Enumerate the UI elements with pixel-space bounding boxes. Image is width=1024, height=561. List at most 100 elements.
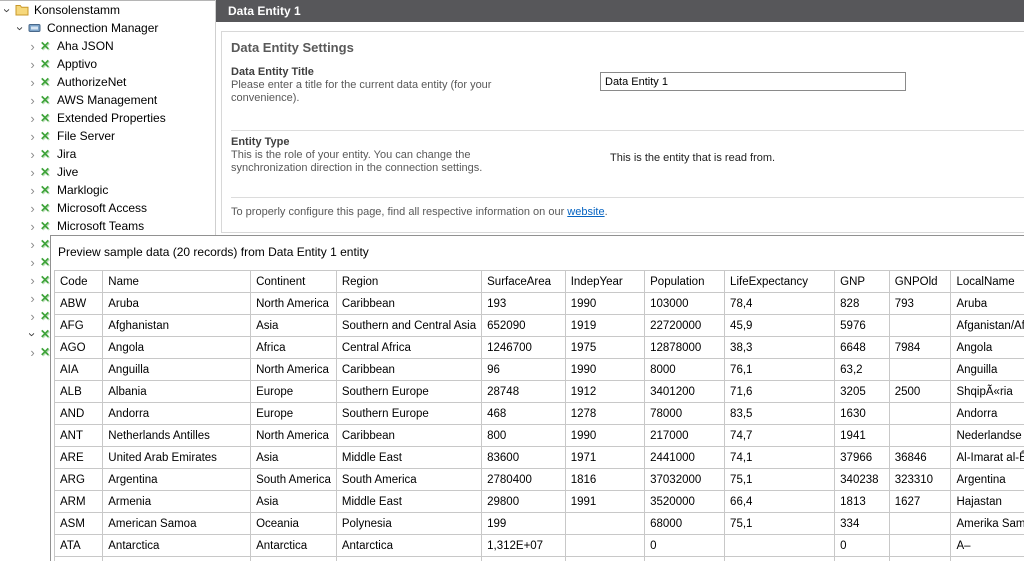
column-header-continent[interactable]: Continent xyxy=(251,271,337,293)
column-header-surfacearea[interactable]: SurfaceArea xyxy=(482,271,566,293)
column-header-name[interactable]: Name xyxy=(103,271,251,293)
table-cell: Oceania xyxy=(251,513,337,535)
table-cell: ALB xyxy=(55,381,103,403)
table-cell: 1991 xyxy=(565,491,644,513)
footer-note: To properly configure this page, find al… xyxy=(231,206,608,218)
table-cell: 1278 xyxy=(565,403,644,425)
website-link[interactable]: website xyxy=(567,206,604,218)
tree-item-jive[interactable]: ›✕Jive xyxy=(0,163,215,181)
table-row[interactable]: ABWArubaNorth AmericaCaribbean1931990103… xyxy=(55,293,1024,315)
tree-item-connection-manager[interactable]: › Connection Manager xyxy=(0,19,215,37)
chevron-down-icon[interactable]: › xyxy=(2,5,13,16)
tree-item-aws-management[interactable]: ›✕AWS Management xyxy=(0,91,215,109)
table-row[interactable]: ASMAmerican SamoaOceaniaPolynesia1996800… xyxy=(55,513,1024,535)
table-row[interactable]: ANDAndorraEuropeSouthern Europe468127878… xyxy=(55,403,1024,425)
preview-panel: Preview sample data (20 records) from Da… xyxy=(50,235,1024,561)
table-row[interactable]: ALBAlbaniaEuropeSouthern Europe287481912… xyxy=(55,381,1024,403)
column-header-population[interactable]: Population xyxy=(645,271,725,293)
table-cell: Europe xyxy=(251,403,337,425)
broken-connection-icon: ✕ xyxy=(40,76,52,88)
tree-item-konsolenstamm[interactable]: › Konsolenstamm xyxy=(0,1,215,19)
table-cell: 74,1 xyxy=(725,447,835,469)
chevron-right-icon[interactable]: › xyxy=(27,77,38,88)
app-window: › Konsolenstamm › Connection Manager ›✕A… xyxy=(0,0,1024,561)
chevron-right-icon[interactable]: › xyxy=(27,131,38,142)
tree-item-aha-json[interactable]: ›✕Aha JSON xyxy=(0,37,215,55)
table-row[interactable]: AIAAnguillaNorth AmericaCaribbean9619908… xyxy=(55,359,1024,381)
table-row[interactable]: AGOAngolaAfricaCentral Africa12467001975… xyxy=(55,337,1024,359)
table-cell: Armenia xyxy=(103,491,251,513)
chevron-right-icon[interactable]: › xyxy=(27,185,38,196)
tree-item-label: Marklogic xyxy=(57,183,108,197)
tree-item-authorizenet[interactable]: ›✕AuthorizeNet xyxy=(0,73,215,91)
chevron-right-icon[interactable]: › xyxy=(27,293,38,304)
chevron-right-icon[interactable]: › xyxy=(27,239,38,250)
entity-title-input[interactable] xyxy=(600,72,906,91)
chevron-right-icon[interactable]: › xyxy=(27,113,38,124)
table-cell: Aruba xyxy=(103,293,251,315)
broken-connection-icon: ✕ xyxy=(40,58,52,70)
table-cell: Polynesia xyxy=(336,513,481,535)
entity-type-label: Entity Type xyxy=(231,136,289,148)
table-row[interactable]: ATFFrench Southern territoriesAntarctica… xyxy=(55,557,1024,561)
table-cell: Southern Europe xyxy=(336,381,481,403)
preview-table: CodeNameContinentRegionSurfaceAreaIndepY… xyxy=(54,270,1024,561)
column-header-localname[interactable]: LocalName xyxy=(951,271,1024,293)
table-cell: 78000 xyxy=(645,403,725,425)
broken-connection-icon: ✕ xyxy=(40,202,52,214)
tree-item-microsoft-teams[interactable]: ›✕Microsoft Teams xyxy=(0,217,215,235)
chevron-right-icon[interactable]: › xyxy=(27,149,38,160)
table-row[interactable]: ARMArmeniaAsiaMiddle East298001991352000… xyxy=(55,491,1024,513)
table-cell xyxy=(889,425,951,447)
chevron-right-icon[interactable]: › xyxy=(27,221,38,232)
table-cell xyxy=(835,557,890,561)
table-cell: 1971 xyxy=(565,447,644,469)
table-cell: ANT xyxy=(55,425,103,447)
chevron-right-icon[interactable]: › xyxy=(27,95,38,106)
broken-connection-icon: ✕ xyxy=(40,112,52,124)
column-header-indepyear[interactable]: IndepYear xyxy=(565,271,644,293)
column-header-gnp[interactable]: GNP xyxy=(835,271,890,293)
chevron-down-icon[interactable]: › xyxy=(27,329,38,340)
chevron-right-icon[interactable]: › xyxy=(27,311,38,322)
table-cell: Afganistan/Afqane xyxy=(951,315,1024,337)
table-cell: 7780 xyxy=(482,557,566,561)
table-cell: ARM xyxy=(55,491,103,513)
tree-item-extended-properties[interactable]: ›✕Extended Properties xyxy=(0,109,215,127)
table-cell: 8000 xyxy=(645,359,725,381)
tree-item-marklogic[interactable]: ›✕Marklogic xyxy=(0,181,215,199)
table-cell: A– xyxy=(951,535,1024,557)
chevron-right-icon[interactable]: › xyxy=(27,347,38,358)
chevron-right-icon[interactable]: › xyxy=(27,167,38,178)
table-row[interactable]: ATAAntarcticaAntarcticaAntarctica1,312E+… xyxy=(55,535,1024,557)
table-row[interactable]: AREUnited Arab EmiratesAsiaMiddle East83… xyxy=(55,447,1024,469)
table-row[interactable]: AFGAfghanistanAsiaSouthern and Central A… xyxy=(55,315,1024,337)
settings-heading: Data Entity Settings xyxy=(231,40,354,55)
chevron-right-icon[interactable]: › xyxy=(27,257,38,268)
table-cell xyxy=(645,557,725,561)
column-header-region[interactable]: Region xyxy=(336,271,481,293)
tree-item-apptivo[interactable]: ›✕Apptivo xyxy=(0,55,215,73)
tree-item-label: File Server xyxy=(57,129,115,143)
column-header-code[interactable]: Code xyxy=(55,271,103,293)
chevron-right-icon[interactable]: › xyxy=(27,203,38,214)
chevron-right-icon[interactable]: › xyxy=(27,59,38,70)
tree-item-label: AWS Management xyxy=(57,93,157,107)
chevron-right-icon[interactable]: › xyxy=(27,41,38,52)
table-cell: Southern and Central Asia xyxy=(336,315,481,337)
tree-item-file-server[interactable]: ›✕File Server xyxy=(0,127,215,145)
table-cell: American Samoa xyxy=(103,513,251,535)
table-row[interactable]: ANTNetherlands AntillesNorth AmericaCari… xyxy=(55,425,1024,447)
chevron-down-icon[interactable]: › xyxy=(15,23,26,34)
tree-item-jira[interactable]: ›✕Jira xyxy=(0,145,215,163)
chevron-right-icon[interactable]: › xyxy=(27,275,38,286)
table-row[interactable]: ARGArgentinaSouth AmericaSouth America27… xyxy=(55,469,1024,491)
column-header-lifeexpectancy[interactable]: LifeExpectancy xyxy=(725,271,835,293)
tree-item-microsoft-access[interactable]: ›✕Microsoft Access xyxy=(0,199,215,217)
tree-item-label: Connection Manager xyxy=(47,21,158,35)
table-cell: 3205 xyxy=(835,381,890,403)
column-header-gnpold[interactable]: GNPOld xyxy=(889,271,951,293)
table-cell: North America xyxy=(251,293,337,315)
table-cell: North America xyxy=(251,425,337,447)
tree-item-label: Aha JSON xyxy=(57,39,114,53)
